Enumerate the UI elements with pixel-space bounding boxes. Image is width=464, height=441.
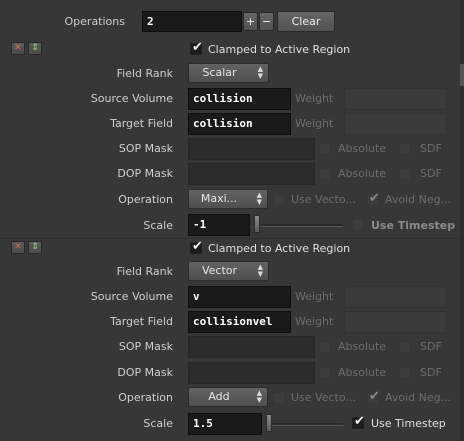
target-weight-field[interactable] [344, 113, 447, 135]
field-rank-menu[interactable]: Scalar ▲ ▼ [188, 63, 269, 83]
sop-sdf-label: SDF [420, 142, 442, 155]
use-vector-label: Use Vecto... [291, 193, 356, 206]
source-volume-label: Source Volume [90, 290, 173, 303]
sop-mask-field[interactable] [188, 336, 315, 358]
avoid-neg-checkbox[interactable]: ✔ [367, 389, 380, 404]
updown-arrow-icon: ▲ ▼ [256, 389, 262, 404]
use-timestep-label: Use Timestep [371, 219, 456, 232]
check-icon: ✔ [192, 239, 203, 254]
scale-label: Scale [143, 219, 173, 232]
operation-menu[interactable]: Add ▲ ▼ [188, 387, 268, 407]
avoid-neg-label: Avoid Neg... [385, 391, 452, 404]
operation-label: Operation [118, 391, 173, 404]
dop-absolute-label: Absolute [338, 366, 387, 379]
sop-absolute-label: Absolute [338, 142, 387, 155]
scrollbar-thumb[interactable] [460, 64, 464, 86]
operation-value: Add [208, 390, 230, 403]
clamped-checkbox[interactable]: ✔ [190, 40, 203, 55]
sop-mask-label: SOP Mask [118, 142, 173, 155]
dop-mask-field[interactable] [188, 163, 315, 185]
close-icon[interactable]: ✕ [11, 241, 25, 254]
field-rank-menu[interactable]: Vector ▲ ▼ [188, 261, 269, 281]
field-rank-label: Field Rank [116, 67, 173, 80]
updown-arrow-icon: ▲ ▼ [257, 65, 263, 80]
sop-mask-label: SOP Mask [118, 340, 173, 353]
dop-absolute-checkbox[interactable] [319, 168, 331, 180]
sop-sdf-checkbox[interactable] [399, 341, 411, 353]
operation-label: Operation [118, 193, 173, 206]
source-weight-label: Weight [295, 92, 334, 105]
dop-mask-label: DOP Mask [117, 167, 173, 180]
source-weight-field[interactable] [344, 286, 447, 308]
dop-absolute-label: Absolute [338, 167, 387, 180]
sop-mask-field[interactable] [188, 138, 315, 160]
dop-sdf-checkbox[interactable] [399, 168, 411, 180]
check-icon: ✔ [369, 389, 380, 404]
target-field-input[interactable]: collisionvel [188, 311, 291, 333]
add-operation-button[interactable]: + [243, 12, 258, 31]
dop-sdf-label: SDF [420, 366, 442, 379]
scale-field[interactable]: 1.5 [188, 413, 262, 435]
operations-count-field[interactable]: 2 [142, 11, 242, 32]
scale-slider-track[interactable] [253, 224, 343, 227]
check-icon: ✔ [369, 191, 380, 206]
scale-field[interactable]: -1 [188, 214, 250, 236]
sop-sdf-label: SDF [420, 340, 442, 353]
clear-button[interactable]: Clear [277, 11, 335, 32]
target-field-label: Target Field [110, 117, 173, 130]
sop-absolute-checkbox[interactable] [319, 341, 331, 353]
remove-operation-button[interactable]: − [259, 12, 274, 31]
use-timestep-checkbox[interactable]: ✔ [352, 414, 365, 429]
scale-label: Scale [143, 417, 173, 430]
operations-label: Operations [64, 15, 125, 28]
scale-slider-handle[interactable] [266, 414, 272, 432]
source-volume-field[interactable]: v [188, 286, 291, 308]
target-weight-field[interactable] [344, 311, 447, 333]
avoid-neg-checkbox[interactable]: ✔ [367, 191, 380, 206]
clamped-checkbox[interactable]: ✔ [190, 239, 203, 254]
use-vector-label: Use Vecto... [291, 391, 356, 404]
updown-arrow-icon: ▲ ▼ [257, 263, 263, 278]
source-volume-label: Source Volume [90, 92, 173, 105]
scale-slider-handle[interactable] [254, 215, 260, 233]
dop-sdf-checkbox[interactable] [399, 367, 411, 379]
up-down-icon[interactable]: ⇕ [28, 42, 42, 55]
target-field-label: Target Field [110, 315, 173, 328]
source-volume-field[interactable]: collision [188, 88, 291, 110]
dop-sdf-label: SDF [420, 167, 442, 180]
use-timestep-checkbox[interactable] [352, 219, 364, 231]
target-field-input[interactable]: collision [188, 113, 291, 135]
use-timestep-label: Use Timestep [371, 417, 446, 430]
use-vector-checkbox[interactable] [273, 194, 285, 206]
up-down-icon[interactable]: ⇕ [28, 241, 42, 254]
operation-value: Maxi... [200, 192, 238, 205]
sop-absolute-checkbox[interactable] [319, 143, 331, 155]
dop-mask-field[interactable] [188, 362, 315, 384]
sop-sdf-checkbox[interactable] [399, 143, 411, 155]
close-icon[interactable]: ✕ [11, 42, 25, 55]
field-rank-label: Field Rank [116, 265, 173, 278]
avoid-neg-label: Avoid Neg... [385, 193, 452, 206]
scale-slider-track[interactable] [265, 423, 343, 426]
field-rank-value: Vector [201, 264, 238, 277]
updown-arrow-icon: ▲ ▼ [256, 191, 262, 206]
target-weight-label: Weight [295, 315, 334, 328]
clamped-label: Clamped to Active Region [208, 43, 351, 56]
target-weight-label: Weight [295, 117, 334, 130]
clamped-label: Clamped to Active Region [208, 242, 351, 255]
source-weight-field[interactable] [344, 88, 447, 110]
use-vector-checkbox[interactable] [273, 392, 285, 404]
check-icon: ✔ [354, 414, 365, 429]
sop-absolute-label: Absolute [338, 340, 387, 353]
dop-mask-label: DOP Mask [117, 366, 173, 379]
source-weight-label: Weight [295, 290, 334, 303]
dop-absolute-checkbox[interactable] [319, 367, 331, 379]
field-rank-value: Scalar [202, 66, 237, 79]
check-icon: ✔ [192, 40, 203, 55]
block-divider [0, 238, 460, 239]
operation-menu[interactable]: Maxi... ▲ ▼ [188, 189, 268, 209]
